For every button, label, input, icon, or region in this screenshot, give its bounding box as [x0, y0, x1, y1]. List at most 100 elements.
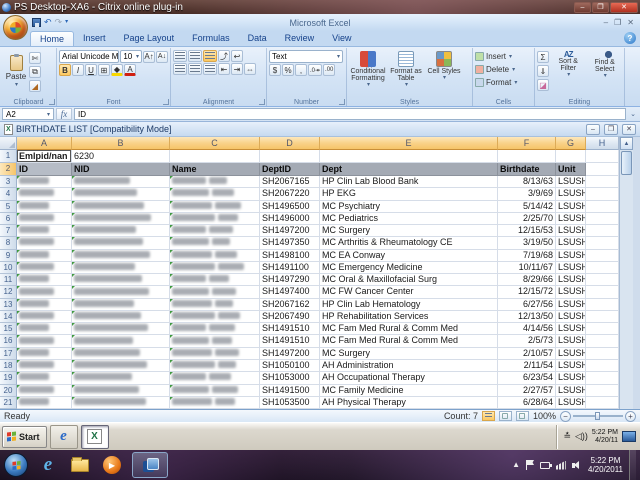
font-name-select[interactable]: Arial Unicode M ▾: [59, 50, 119, 63]
cell-redacted[interactable]: [17, 385, 72, 397]
cell-redacted[interactable]: [17, 323, 72, 335]
find-select-button[interactable]: Find & Select ▾: [588, 50, 623, 96]
cell-redacted[interactable]: [170, 286, 260, 298]
header-cell-dept[interactable]: Dept: [320, 163, 498, 176]
remote-clock[interactable]: 5:22 PM 4/20/11: [592, 429, 618, 445]
cell-dept[interactable]: MC Emergency Medicine: [320, 262, 498, 274]
cell-redacted[interactable]: [17, 311, 72, 323]
cell-redacted[interactable]: [72, 360, 170, 372]
scrollbar-thumb[interactable]: [621, 151, 632, 175]
grid-cell[interactable]: [586, 250, 619, 262]
excel-restore-button[interactable]: ❐: [614, 18, 621, 28]
cell-redacted[interactable]: [72, 335, 170, 347]
number-format-select[interactable]: Text ▾: [269, 50, 343, 63]
cell-deptid[interactable]: SH2067220: [260, 188, 320, 200]
grid-cell[interactable]: [586, 237, 619, 249]
cell-dept[interactable]: HP EKG: [320, 188, 498, 200]
insert-cells-button[interactable]: Insert ▾: [475, 50, 532, 63]
cell-redacted[interactable]: [72, 286, 170, 298]
cell-redacted[interactable]: [170, 176, 260, 188]
row-number[interactable]: 17: [0, 348, 17, 360]
column-header-c[interactable]: C: [170, 137, 260, 150]
cell-unit[interactable]: LSUSH: [556, 213, 586, 225]
cell-dept[interactable]: AH Administration: [320, 360, 498, 372]
power-icon[interactable]: [540, 462, 550, 469]
cell-dept[interactable]: MC EA Conway: [320, 250, 498, 262]
undo-icon[interactable]: ↶: [44, 18, 52, 27]
cell-a1[interactable]: Emlpid/nan: [17, 150, 72, 163]
delete-cells-button[interactable]: Delete ▾: [475, 63, 532, 76]
cell-unit[interactable]: LSUSH: [556, 201, 586, 213]
clear-icon[interactable]: ◪: [537, 79, 549, 91]
cell-dept[interactable]: MC Surgery: [320, 225, 498, 237]
cell-deptid[interactable]: SH2067165: [260, 176, 320, 188]
row-number[interactable]: 11: [0, 274, 17, 286]
column-header-b[interactable]: B: [72, 137, 170, 150]
zoom-out-icon[interactable]: −: [560, 411, 571, 422]
align-left-icon[interactable]: [173, 63, 187, 75]
cell-unit[interactable]: LSUSH: [556, 335, 586, 347]
tray-overflow-icon[interactable]: ▲: [512, 461, 520, 469]
cell-redacted[interactable]: [17, 237, 72, 249]
cell-birthdate[interactable]: 2/11/54: [498, 360, 556, 372]
taskbar-ie-icon[interactable]: e: [36, 453, 60, 477]
cell-deptid[interactable]: SH1496000: [260, 213, 320, 225]
cell-redacted[interactable]: [72, 323, 170, 335]
zoom-thumb[interactable]: [595, 412, 600, 420]
cell-redacted[interactable]: [72, 213, 170, 225]
alignment-dialog-launcher[interactable]: [259, 99, 265, 105]
cell-dept[interactable]: MC Pediatrics: [320, 213, 498, 225]
grid-cell[interactable]: [586, 348, 619, 360]
taskbar-ie-button[interactable]: e: [50, 425, 78, 449]
local-clock[interactable]: 5:22 PM 4/20/2011: [588, 456, 623, 474]
cell-unit[interactable]: LSUSH: [556, 372, 586, 384]
cell-unit[interactable]: LSUSH: [556, 188, 586, 200]
align-right-icon[interactable]: [203, 63, 217, 75]
grid-cell[interactable]: [586, 262, 619, 274]
cell-redacted[interactable]: [170, 348, 260, 360]
cell-birthdate[interactable]: 6/28/64: [498, 397, 556, 409]
row-number[interactable]: 8: [0, 237, 17, 249]
cell-redacted[interactable]: [72, 311, 170, 323]
row-number[interactable]: 20: [0, 385, 17, 397]
cell-dept[interactable]: MC Family Medicine: [320, 385, 498, 397]
cell-redacted[interactable]: [170, 201, 260, 213]
cell-deptid[interactable]: SH1497400: [260, 286, 320, 298]
orientation-icon[interactable]: ⤴: [218, 50, 230, 62]
cell-redacted[interactable]: [72, 250, 170, 262]
row-number[interactable]: 19: [0, 372, 17, 384]
conditional-formatting-button[interactable]: Conditional Formatting ▾: [349, 50, 387, 96]
cell-redacted[interactable]: [17, 372, 72, 384]
percent-icon[interactable]: %: [282, 64, 294, 76]
cell-deptid[interactable]: SH2067490: [260, 311, 320, 323]
cell-dept[interactable]: MC Fam Med Rural & Comm Med: [320, 335, 498, 347]
cell-unit[interactable]: LSUSH: [556, 176, 586, 188]
row-number[interactable]: 10: [0, 262, 17, 274]
cell-dept[interactable]: MC Surgery: [320, 348, 498, 360]
cell-unit[interactable]: LSUSH: [556, 299, 586, 311]
grid-cell[interactable]: [586, 150, 619, 163]
cell-birthdate[interactable]: 12/15/53: [498, 225, 556, 237]
row-number[interactable]: 18: [0, 360, 17, 372]
cell-redacted[interactable]: [17, 262, 72, 274]
grid-cell[interactable]: [556, 150, 586, 163]
paste-button[interactable]: Paste ▾: [3, 50, 29, 92]
cell-deptid[interactable]: SH1491510: [260, 335, 320, 347]
cell-birthdate[interactable]: 12/15/72: [498, 286, 556, 298]
cell-deptid[interactable]: SH1050100: [260, 360, 320, 372]
restore-button[interactable]: ❐: [592, 2, 609, 13]
format-as-table-button[interactable]: Format as Table ▾: [387, 50, 425, 96]
select-all-corner[interactable]: [0, 137, 17, 150]
cell-b1[interactable]: 6230: [72, 150, 170, 163]
tab-view[interactable]: View: [323, 31, 360, 46]
cell-dept[interactable]: AH Occupational Therapy: [320, 372, 498, 384]
column-header-a[interactable]: A: [17, 137, 72, 150]
grid-cell[interactable]: [586, 201, 619, 213]
column-header-f[interactable]: F: [498, 137, 556, 150]
page-layout-view-button[interactable]: [499, 411, 512, 421]
cell-redacted[interactable]: [170, 397, 260, 409]
number-dialog-launcher[interactable]: [339, 99, 345, 105]
cell-deptid[interactable]: SH1491100: [260, 262, 320, 274]
cell-deptid[interactable]: SH2067162: [260, 299, 320, 311]
cell-dept[interactable]: HP Rehabilitation Services: [320, 311, 498, 323]
